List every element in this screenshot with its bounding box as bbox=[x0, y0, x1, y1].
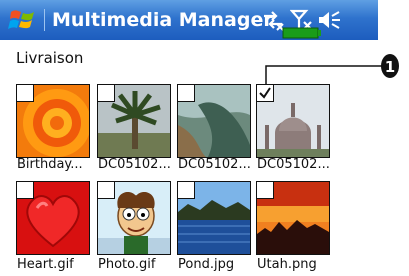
thumbnail-heart[interactable] bbox=[16, 181, 90, 255]
select-checkbox[interactable] bbox=[178, 182, 195, 199]
thumbnail-caption: DC05102... bbox=[257, 157, 330, 172]
checkmark-icon bbox=[259, 87, 271, 99]
thumbnail-caption: Utah.png bbox=[257, 257, 317, 272]
battery-icon bbox=[282, 27, 321, 39]
thumbnail-caption: Pond.jpg bbox=[178, 257, 235, 272]
thumbnail-caption: DC05102... bbox=[98, 157, 171, 172]
thumbnail-utah[interactable] bbox=[256, 181, 330, 255]
thumbnail-birthday[interactable] bbox=[16, 84, 90, 158]
select-checkbox[interactable] bbox=[98, 85, 115, 102]
folder-label[interactable]: Livraison bbox=[16, 49, 83, 67]
thumbnail-caption: DC05102... bbox=[178, 157, 251, 172]
thumbnail-caption: Heart.gif bbox=[17, 257, 74, 272]
select-checkbox[interactable] bbox=[17, 85, 34, 102]
thumbnail-dc05102-3[interactable] bbox=[256, 84, 330, 158]
windows-flag-icon[interactable] bbox=[8, 7, 38, 33]
callout-number: 1 bbox=[385, 58, 395, 76]
thumbnail-caption: Photo.gif bbox=[98, 257, 156, 272]
select-checkbox[interactable] bbox=[178, 85, 195, 102]
select-checkbox[interactable] bbox=[17, 182, 34, 199]
select-checkbox[interactable] bbox=[257, 85, 274, 102]
thumbnail-photo[interactable] bbox=[97, 181, 171, 255]
title-bar-right bbox=[378, 0, 409, 40]
select-checkbox[interactable] bbox=[98, 182, 115, 199]
title-bar: Multimedia Manager bbox=[0, 0, 378, 40]
thumbnail-caption: Birthday... bbox=[17, 157, 83, 172]
app-title: Multimedia Manager bbox=[52, 9, 273, 31]
title-separator bbox=[44, 9, 45, 31]
thumbnail-dc05102-2[interactable] bbox=[177, 84, 251, 158]
thumbnail-pond[interactable] bbox=[177, 181, 251, 255]
select-checkbox[interactable] bbox=[257, 182, 274, 199]
thumbnail-dc05102-1[interactable] bbox=[97, 84, 171, 158]
